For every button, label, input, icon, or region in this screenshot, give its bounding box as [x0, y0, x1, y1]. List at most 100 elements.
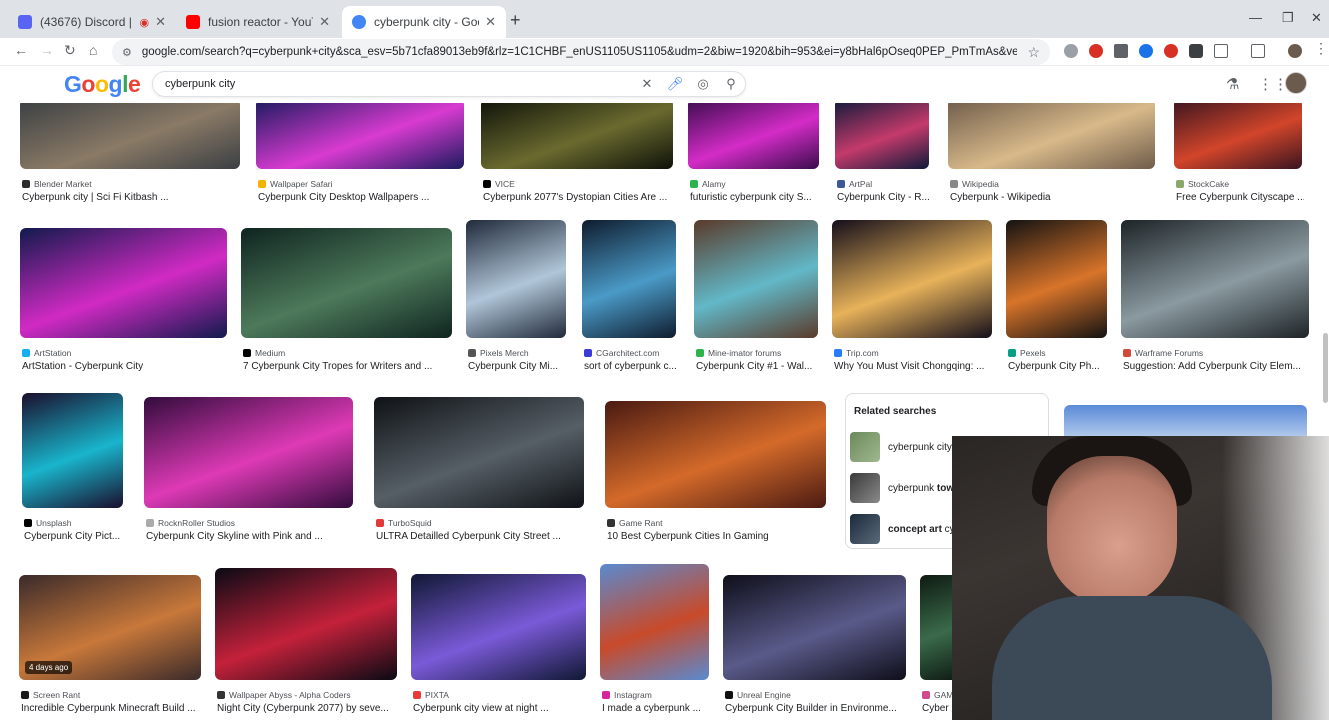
result-title[interactable]: Cyberpunk 2077's Dystopian Cities Are ..… — [483, 192, 675, 203]
image-thumbnail[interactable] — [466, 220, 566, 338]
tab-discord[interactable]: (43676) Discord | Jhunter, R ◉ ✕ — [8, 6, 176, 38]
image-result[interactable]: StockCake Free Cyberpunk Cityscape ... — [1174, 103, 1304, 209]
result-title[interactable]: Suggestion: Add Cyberpunk City Elem... — [1123, 361, 1311, 372]
result-title[interactable]: ULTRA Detailled Cyberpunk City Street ..… — [376, 531, 586, 542]
tab-google-search[interactable]: cyberpunk city - Google Search ✕ — [342, 6, 506, 38]
image-thumbnail[interactable]: 4 days ago — [19, 575, 201, 680]
image-thumbnail[interactable] — [832, 220, 992, 338]
home-icon[interactable]: ⌂ — [89, 42, 97, 58]
image-result[interactable]: Wallpaper Safari Cyberpunk City Desktop W… — [256, 103, 464, 209]
image-result[interactable]: ArtPal Cyberpunk City - R... — [835, 103, 931, 209]
apps-grid-icon[interactable]: ⋮⋮ — [1258, 75, 1288, 93]
account-avatar[interactable] — [1285, 72, 1307, 94]
result-source[interactable]: RocknRoller Studios — [146, 518, 235, 528]
result-title[interactable]: Free Cyberpunk Cityscape ... — [1176, 192, 1304, 203]
result-title[interactable]: Cyberpunk City Pict... — [24, 531, 125, 542]
result-source[interactable]: StockCake — [1176, 179, 1229, 189]
result-title[interactable]: Cyberpunk City Builder in Environme... — [725, 703, 908, 714]
close-tab-icon[interactable]: ✕ — [155, 14, 166, 30]
result-title[interactable]: Cyberpunk City Mi... — [468, 361, 568, 372]
page-scrollbar[interactable] — [1323, 103, 1329, 403]
image-result[interactable]: CGarchitect.com sort of cyberpunk c... — [582, 220, 678, 378]
image-thumbnail[interactable] — [688, 103, 819, 169]
image-thumbnail[interactable] — [723, 575, 906, 680]
image-result[interactable]: Wallpaper Abyss - Alpha Coders Night City… — [215, 568, 397, 720]
image-thumbnail[interactable] — [1006, 220, 1107, 338]
result-source[interactable]: ArtStation — [22, 348, 71, 358]
result-source[interactable]: Wallpaper Safari — [258, 179, 333, 189]
close-tab-icon[interactable]: ✕ — [485, 14, 496, 30]
result-source[interactable]: Trip.com — [834, 348, 879, 358]
bookmark-star-icon[interactable]: ☆ — [1027, 44, 1040, 61]
image-result[interactable]: ArtStation ArtStation - Cyberpunk City — [20, 228, 227, 378]
result-source[interactable]: Unsplash — [24, 518, 71, 528]
image-thumbnail[interactable] — [215, 568, 397, 680]
image-result[interactable]: Trip.com Why You Must Visit Chongqing: ..… — [832, 220, 992, 378]
search-icon[interactable]: ⚲ — [717, 76, 745, 92]
result-title[interactable]: Cyberpunk City - R... — [837, 192, 931, 203]
scrollbar-thumb[interactable] — [1323, 333, 1328, 403]
image-result[interactable]: Instagram I made a cyberpunk ... — [600, 564, 709, 720]
result-source[interactable]: Mine-imator forums — [696, 348, 781, 358]
image-result[interactable]: Warframe Forums Suggestion: Add Cyberpunk… — [1121, 220, 1309, 378]
extension-icon[interactable] — [1064, 44, 1078, 58]
result-source[interactable]: Instagram — [602, 690, 652, 700]
result-source[interactable]: Screen Rant — [21, 690, 80, 700]
minimize-icon[interactable]: — — [1249, 10, 1262, 25]
image-thumbnail[interactable] — [835, 103, 929, 169]
result-source[interactable]: Blender Market — [22, 179, 92, 189]
result-title[interactable]: Cyberpunk - Wikipedia — [950, 192, 1157, 203]
image-thumbnail[interactable] — [374, 397, 584, 508]
result-source[interactable]: ArtPal — [837, 179, 872, 189]
image-thumbnail[interactable] — [1121, 220, 1309, 338]
image-result[interactable]: Unreal Engine Cyberpunk City Builder in E… — [723, 575, 906, 720]
forward-arrow-icon[interactable]: → — [40, 42, 54, 58]
maximize-icon[interactable]: ❐ — [1282, 10, 1294, 26]
back-arrow-icon[interactable]: ← — [14, 42, 28, 58]
result-source[interactable]: TurboSquid — [376, 518, 432, 528]
result-title[interactable]: Why You Must Visit Chongqing: ... — [834, 361, 994, 372]
image-thumbnail[interactable] — [600, 564, 709, 680]
image-thumbnail[interactable] — [1174, 103, 1302, 169]
extension-icon[interactable] — [1164, 44, 1178, 58]
image-thumbnail[interactable] — [582, 220, 676, 338]
image-result[interactable]: Mine-imator forums Cyberpunk City #1 - Wa… — [694, 220, 818, 378]
result-source[interactable]: Wallpaper Abyss - Alpha Coders — [217, 690, 351, 700]
new-tab-button[interactable]: + — [510, 10, 521, 31]
result-title[interactable]: futuristic cyberpunk city S... — [690, 192, 821, 203]
profile-avatar[interactable] — [1288, 44, 1302, 58]
image-result[interactable]: RocknRoller Studios Cyberpunk City Skylin… — [144, 397, 353, 548]
image-result[interactable]: 4 days ago Screen Rant Incredible Cyberpun… — [19, 575, 201, 720]
result-source[interactable]: Game Rant — [607, 518, 662, 528]
image-result[interactable]: Alamy futuristic cyberpunk city S... — [688, 103, 819, 209]
reload-icon[interactable]: ↻ — [64, 42, 76, 59]
image-thumbnail[interactable] — [20, 103, 240, 169]
result-source[interactable]: Medium — [243, 348, 285, 358]
image-result[interactable]: Pixels Merch Cyberpunk City Mi... — [466, 220, 566, 378]
result-title[interactable]: Night City (Cyberpunk 2077) by seve... — [217, 703, 399, 714]
image-thumbnail[interactable] — [256, 103, 464, 169]
result-title[interactable]: Cyberpunk City #1 - Wal... — [696, 361, 820, 372]
image-thumbnail[interactable] — [481, 103, 673, 169]
result-title[interactable]: sort of cyberpunk c... — [584, 361, 678, 372]
image-result[interactable]: PIXTA Cyberpunk city view at night ... — [411, 574, 586, 720]
result-title[interactable]: Cyberpunk City Desktop Wallpapers ... — [258, 192, 466, 203]
result-title[interactable]: Incredible Cyberpunk Minecraft Build ... — [21, 703, 203, 714]
image-result[interactable]: TurboSquid ULTRA Detailled Cyberpunk City… — [374, 397, 584, 548]
labs-flask-icon[interactable]: ⚗ — [1226, 75, 1239, 93]
extension-icon[interactable] — [1114, 44, 1128, 58]
google-logo[interactable]: Google — [64, 71, 141, 98]
image-thumbnail[interactable] — [144, 397, 353, 508]
result-source[interactable]: GAM — [922, 690, 953, 700]
extensions-puzzle-icon[interactable] — [1214, 44, 1228, 58]
result-source[interactable]: Pixels Merch — [468, 348, 529, 358]
result-source[interactable]: PIXTA — [413, 690, 449, 700]
result-source[interactable]: Unreal Engine — [725, 690, 791, 700]
lens-icon[interactable]: ◎ — [689, 76, 717, 92]
image-thumbnail[interactable] — [694, 220, 818, 338]
side-panel-icon[interactable] — [1251, 44, 1265, 58]
result-title[interactable]: Cyberpunk City Ph... — [1008, 361, 1109, 372]
result-source[interactable]: CGarchitect.com — [584, 348, 659, 358]
result-title[interactable]: I made a cyberpunk ... — [602, 703, 711, 714]
image-thumbnail[interactable] — [948, 103, 1155, 169]
